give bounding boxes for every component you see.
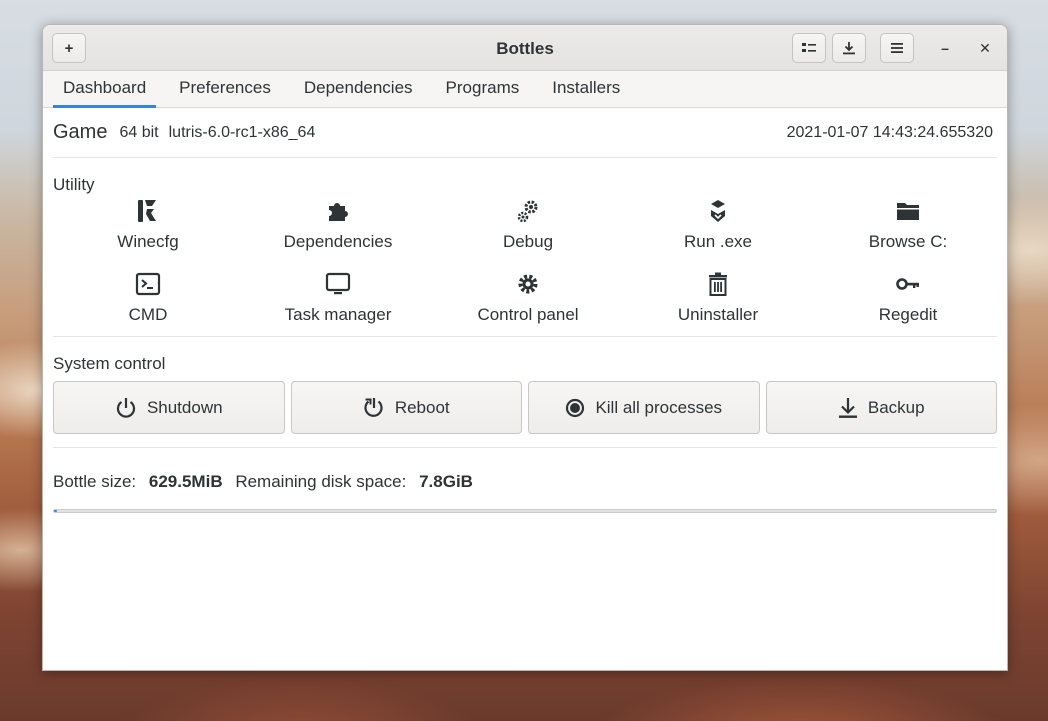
shutdown-button[interactable]: Shutdown — [53, 381, 285, 434]
utility-task-manager-label: Task manager — [284, 305, 392, 324]
utility-cmd[interactable]: CMD — [53, 269, 243, 325]
hamburger-icon — [891, 43, 903, 53]
system-control-title: System control — [53, 354, 166, 373]
tab-installers[interactable]: Installers — [542, 71, 630, 108]
bottle-arch: 64 bit — [119, 123, 159, 141]
run-exe-icon — [711, 200, 725, 222]
tab-programs[interactable]: Programs — [436, 71, 530, 108]
utility-winecfg-label: Winecfg — [117, 232, 179, 251]
puzzle-icon — [329, 203, 348, 221]
utility-regedit-label: Regedit — [878, 305, 938, 324]
terminal-icon — [135, 272, 161, 296]
list-view-button[interactable] — [792, 33, 826, 63]
stop-icon — [566, 398, 585, 417]
shutdown-label: Shutdown — [146, 397, 223, 417]
trash-icon — [709, 272, 727, 296]
bottle-name: Game — [53, 121, 108, 143]
gear-icon — [518, 274, 538, 294]
remaining-disk-value: 7.8GiB — [419, 472, 473, 491]
bottle-info-row: Game 64 bit lutris-6.0-rc1-x86_64 2021-0… — [53, 108, 997, 158]
system-control-row: Shutdown Reboot Kill all processes Backu… — [53, 381, 997, 434]
tab-preferences[interactable]: Preferences — [169, 71, 281, 108]
utility-debug-label: Debug — [502, 232, 554, 251]
utility-debug[interactable]: Debug — [433, 196, 623, 269]
utility-cmd-label: CMD — [128, 305, 168, 324]
bottle-size-label: Bottle size: — [53, 472, 137, 491]
remaining-disk-label: Remaining disk space: — [235, 472, 407, 491]
utility-uninstaller-label: Uninstaller — [677, 305, 759, 324]
reboot-icon — [364, 397, 383, 417]
bottle-runner: lutris-6.0-rc1-x86_64 — [168, 123, 316, 141]
dashboard-content: Game 64 bit lutris-6.0-rc1-x86_64 2021-0… — [43, 108, 1007, 513]
bottle-size-value: 629.5MiB — [148, 472, 223, 491]
utility-uninstaller[interactable]: Uninstaller — [623, 269, 813, 325]
utility-grid: Winecfg Dependencies Debug Run .exe Brow… — [53, 196, 997, 336]
bottle-date: 2021-01-07 14:43:24.655320 — [786, 123, 993, 141]
tab-dashboard[interactable]: Dashboard — [53, 71, 157, 108]
bottles-window: + Bottles – ✕ Dashboard Preferences Depe… — [42, 24, 1008, 671]
utility-browse-c[interactable]: Browse C: — [813, 196, 1003, 269]
utility-control-panel[interactable]: Control panel — [433, 269, 623, 325]
utility-run-exe-label: Run .exe — [683, 232, 753, 251]
key-icon — [896, 278, 919, 290]
gears-icon — [517, 200, 538, 223]
utility-dependencies[interactable]: Dependencies — [243, 196, 433, 269]
disk-usage-fill — [54, 510, 57, 512]
disk-usage-row: Bottle size: 629.5MiB Remaining disk spa… — [53, 448, 997, 509]
headerbar: + Bottles – ✕ — [43, 25, 1007, 71]
utility-browse-c-label: Browse C: — [868, 232, 948, 251]
utility-task-manager[interactable]: Task manager — [243, 269, 433, 325]
utility-control-panel-label: Control panel — [477, 305, 579, 324]
disk-usage-bar — [53, 509, 997, 513]
reboot-label: Reboot — [394, 397, 450, 417]
close-icon: ✕ — [979, 39, 991, 56]
kill-all-processes-button[interactable]: Kill all processes — [528, 381, 760, 434]
utility-run-exe[interactable]: Run .exe — [623, 196, 813, 269]
minimize-button[interactable]: – — [930, 33, 960, 63]
download-button[interactable] — [832, 33, 866, 63]
kill-all-processes-label: Kill all processes — [595, 397, 723, 417]
backup-label: Backup — [867, 397, 925, 417]
download-icon — [843, 42, 855, 55]
utility-dependencies-label: Dependencies — [283, 232, 393, 251]
list-icon — [802, 43, 816, 52]
tab-dependencies[interactable]: Dependencies — [294, 71, 423, 108]
close-button[interactable]: ✕ — [970, 33, 1000, 63]
folder-icon — [897, 203, 919, 220]
minimize-icon: – — [941, 40, 949, 56]
backup-button[interactable]: Backup — [765, 381, 997, 434]
utility-regedit[interactable]: Regedit — [813, 269, 1003, 325]
menu-button[interactable] — [880, 33, 914, 63]
power-icon — [116, 397, 135, 418]
utility-winecfg[interactable]: Winecfg — [53, 196, 243, 269]
monitor-icon — [325, 272, 351, 295]
reboot-button[interactable]: Reboot — [290, 381, 522, 434]
download-icon — [838, 397, 857, 418]
tab-bar: Dashboard Preferences Dependencies Progr… — [43, 71, 1007, 108]
winecfg-icon — [138, 200, 156, 222]
utility-section-title: Utility — [53, 175, 95, 194]
